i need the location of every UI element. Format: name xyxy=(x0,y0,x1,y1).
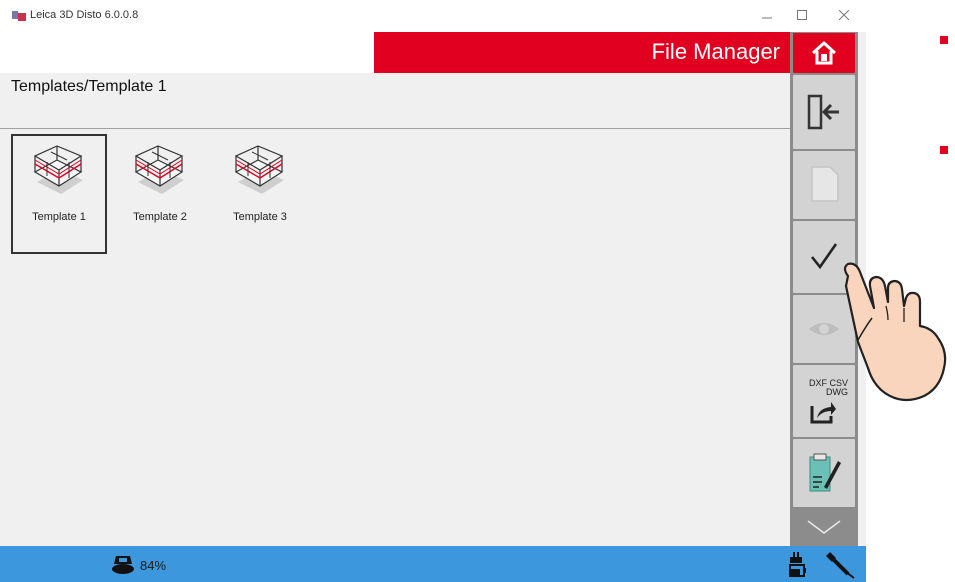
edit-notes-button[interactable] xyxy=(793,439,855,507)
usb-connection-icon xyxy=(826,552,855,579)
template-floorplan-icon xyxy=(234,145,284,194)
app-window: Leica 3D Disto 6.0.0.8 File Manager Temp… xyxy=(0,0,866,582)
maximize-button[interactable] xyxy=(787,6,817,26)
home-icon xyxy=(811,41,837,65)
scroll-down-button[interactable] xyxy=(793,509,855,546)
page-title: File Manager xyxy=(651,39,780,64)
header-left xyxy=(0,32,374,73)
template-item-1[interactable]: Template 1 xyxy=(11,134,107,254)
header-bar: File Manager xyxy=(374,32,790,73)
power-plug-battery-icon xyxy=(789,552,806,577)
exit-door-icon xyxy=(807,94,839,130)
minimize-button[interactable] xyxy=(752,6,782,26)
template-floorplan-icon xyxy=(134,145,184,194)
breadcrumb: Templates/Template 1 xyxy=(11,78,167,95)
export-icon xyxy=(810,402,836,424)
bullet-marker xyxy=(940,36,948,44)
title-bar: Leica 3D Disto 6.0.0.8 xyxy=(0,0,866,32)
maximize-icon xyxy=(797,10,807,20)
edit-notes-icon xyxy=(809,453,841,492)
new-file-icon xyxy=(811,166,839,202)
new-file-button[interactable] xyxy=(793,151,855,219)
bullet-marker xyxy=(940,146,948,154)
close-icon xyxy=(838,9,850,21)
template-list: Template 1 Template 2 Template 3 xyxy=(9,130,790,546)
close-button[interactable] xyxy=(829,6,859,26)
template-floorplan-icon xyxy=(33,145,83,194)
template-item-2[interactable]: Template 2 xyxy=(112,134,208,254)
hand-pointer-icon xyxy=(843,262,947,402)
status-bar: 84% xyxy=(0,546,866,582)
checkmark-icon xyxy=(810,243,838,270)
minimize-icon xyxy=(762,17,772,19)
template-item-3[interactable]: Template 3 xyxy=(212,134,308,254)
chevron-down-icon xyxy=(807,520,841,534)
template-label: Template 2 xyxy=(133,211,187,223)
window-title: Leica 3D Disto 6.0.0.8 xyxy=(30,9,139,21)
battery-percent: 84% xyxy=(140,558,167,573)
app-logo-icon xyxy=(12,11,26,21)
home-button[interactable] xyxy=(793,33,855,73)
exit-button[interactable] xyxy=(793,75,855,149)
template-label: Template 3 xyxy=(233,211,287,223)
divider xyxy=(0,128,790,129)
device-battery-icon xyxy=(112,556,134,574)
template-label: Template 1 xyxy=(32,211,86,223)
